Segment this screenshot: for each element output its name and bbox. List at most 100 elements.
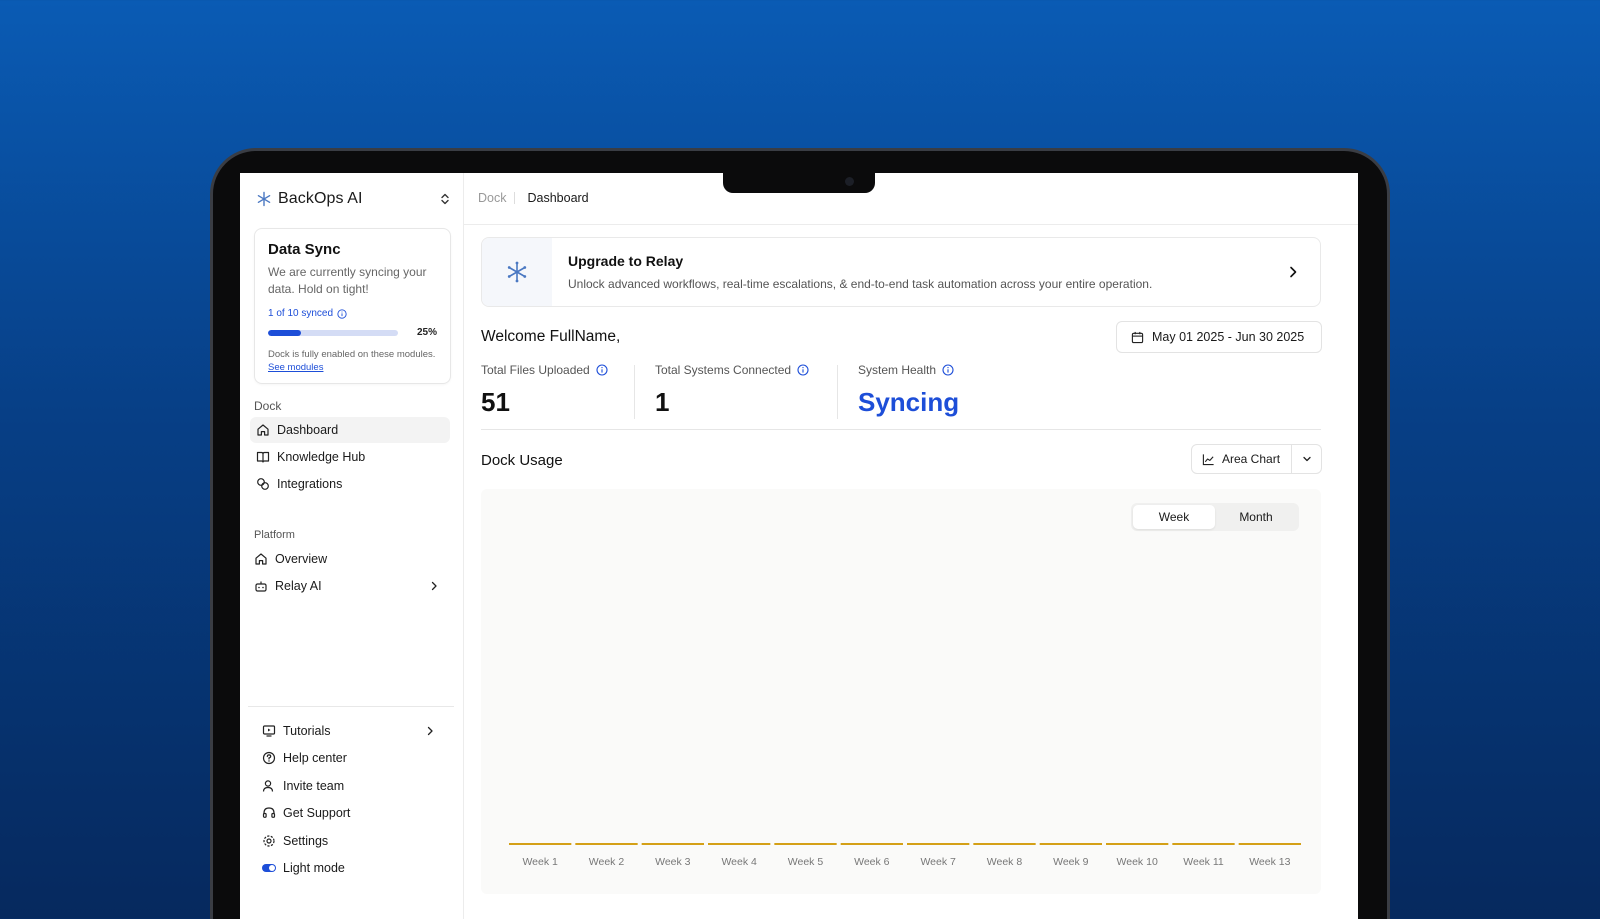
sidebar-item-settings[interactable]: Settings [256, 828, 444, 854]
sync-count: 1 of 10 synced [268, 308, 437, 319]
stat-system-health: System Health Syncing [858, 363, 959, 421]
sidebar-item-label: Relay AI [275, 579, 322, 593]
monitor-play-icon [262, 725, 276, 737]
chart-type-dropdown[interactable] [1292, 453, 1321, 465]
sidebar: BackOps AI Data Sync We are currently sy… [240, 173, 464, 919]
upgrade-text: Upgrade to Relay Unlock advanced workflo… [552, 253, 1152, 291]
sidebar-item-dashboard[interactable]: Dashboard [250, 417, 450, 443]
workspace-switcher[interactable]: BackOps AI [256, 187, 452, 211]
info-icon[interactable] [596, 364, 608, 376]
chevron-right-icon[interactable] [1286, 265, 1300, 279]
calendar-icon [1131, 331, 1144, 343]
upgrade-icon-box [482, 238, 552, 306]
x-tick-label: Week 7 [920, 856, 956, 868]
stat-label: Total Systems Connected [655, 363, 809, 377]
see-modules-link[interactable]: See modules [268, 362, 323, 373]
x-tick-label: Week 6 [854, 856, 890, 868]
section-label-dock: Dock [254, 399, 282, 413]
sync-progress-fill [268, 329, 301, 336]
sync-progress-row: 25% [268, 327, 437, 338]
x-tick-label: Week 11 [1183, 856, 1224, 868]
x-tick-label: Week 3 [655, 856, 691, 868]
x-tick-label: Week 4 [721, 856, 757, 868]
stat-label-text: System Health [858, 363, 937, 377]
dock-usage-chart: Week 1 Week 2 Week 3 Week 4 Week 5 Week 6 Week… [481, 489, 1321, 894]
line-chart-icon [1202, 453, 1214, 465]
sidebar-item-relay-ai[interactable]: Relay AI [248, 573, 448, 599]
info-icon[interactable] [942, 364, 954, 376]
sidebar-item-light-mode[interactable]: Light mode [256, 855, 444, 881]
section-label-platform: Platform [254, 529, 295, 541]
sidebar-item-knowledge-hub[interactable]: Knowledge Hub [250, 444, 450, 470]
home-icon [255, 553, 267, 565]
chevron-right-icon [427, 726, 433, 736]
sidebar-divider [248, 706, 454, 707]
asterisk-logo-icon [507, 261, 527, 283]
main-content: Dock Dashboard Upgrade to Relay Unlock a… [464, 173, 1358, 919]
upgrade-banner[interactable]: Upgrade to Relay Unlock advanced workflo… [481, 237, 1321, 307]
app-screen: BackOps AI Data Sync We are currently sy… [240, 173, 1358, 919]
period-month-tab[interactable]: Month [1215, 505, 1297, 529]
sidebar-item-invite-team[interactable]: Invite team [256, 773, 444, 799]
info-icon[interactable] [337, 308, 347, 319]
sidebar-item-label: Get Support [283, 806, 351, 820]
upgrade-description: Unlock advanced workflows, real-time esc… [568, 277, 1153, 291]
stat-label: System Health [858, 363, 959, 377]
x-tick-label: Week 13 [1249, 856, 1290, 868]
sidebar-item-label: Settings [283, 834, 329, 848]
chart-type-button[interactable]: Area Chart [1192, 445, 1292, 473]
gear-icon [263, 835, 275, 847]
chevron-right-icon [431, 581, 437, 591]
sidebar-item-label: Invite team [283, 779, 345, 793]
toggle-icon[interactable] [262, 864, 276, 872]
data-sync-card: Data Sync We are currently syncing your … [254, 228, 451, 384]
x-tick-label: Week 9 [1053, 856, 1089, 868]
help-circle-icon [262, 751, 276, 765]
sidebar-item-label: Help center [283, 751, 347, 765]
upgrade-title: Upgrade to Relay [568, 253, 684, 269]
stat-systems-connected: Total Systems Connected 1 [655, 363, 809, 421]
sync-note-text: Dock is fully enabled on these modules. [268, 349, 436, 360]
chart-type-label: Area Chart [1222, 452, 1281, 466]
sidebar-item-label: Tutorials [283, 724, 331, 738]
breadcrumb-parent[interactable]: Dock [478, 191, 506, 205]
link-icon [257, 478, 269, 490]
stat-label: Total Files Uploaded [481, 363, 608, 377]
stat-files-uploaded: Total Files Uploaded 51 [481, 363, 608, 421]
x-tick-label: Week 8 [987, 856, 1023, 868]
sidebar-item-help-center[interactable]: Help center [256, 745, 444, 771]
sidebar-item-get-support[interactable]: Get Support [256, 800, 444, 826]
stats-row: Total Files Uploaded 51 Total Systems Co… [481, 363, 1321, 430]
chevron-down-icon [1302, 456, 1311, 462]
sidebar-item-overview[interactable]: Overview [248, 546, 448, 572]
home-icon [257, 424, 269, 436]
breadcrumb-current: Dashboard [527, 191, 589, 205]
sidebar-item-label: Dashboard [277, 423, 339, 437]
book-icon [256, 451, 270, 463]
bot-icon [255, 581, 267, 592]
x-tick-label: Week 5 [788, 856, 824, 868]
sidebar-item-tutorials[interactable]: Tutorials [256, 718, 444, 744]
chart-type-select[interactable]: Area Chart [1191, 444, 1322, 474]
info-icon[interactable] [797, 364, 809, 376]
stat-value: 1 [655, 387, 670, 417]
chevrons-up-down-icon[interactable] [438, 192, 452, 206]
sidebar-item-label: Knowledge Hub [277, 450, 366, 464]
sync-progress-percent: 25% [416, 327, 437, 338]
x-tick-label: Week 10 [1117, 856, 1158, 868]
stat-value: 51 [481, 387, 510, 417]
sidebar-item-label: Integrations [277, 477, 343, 491]
sidebar-item-label: Overview [275, 552, 328, 566]
sync-count-label: 1 of 10 synced [268, 308, 334, 319]
sidebar-item-integrations[interactable]: Integrations [250, 471, 450, 497]
chart-canvas: Week 1 Week 2 Week 3 Week 4 Week 5 Week 6 Week… [509, 843, 1301, 868]
brand-name: BackOps AI [278, 190, 363, 207]
dock-usage-title: Dock Usage [481, 452, 563, 469]
stat-divider [634, 365, 635, 419]
period-week-tab[interactable]: Week [1133, 505, 1215, 529]
sidebar-item-label: Light mode [283, 861, 345, 875]
stat-label-text: Total Systems Connected [655, 363, 792, 377]
sync-progress-bar [268, 329, 398, 336]
date-range-picker[interactable]: May 01 2025 - Jun 30 2025 [1116, 321, 1322, 353]
stat-value: Syncing [858, 387, 960, 417]
